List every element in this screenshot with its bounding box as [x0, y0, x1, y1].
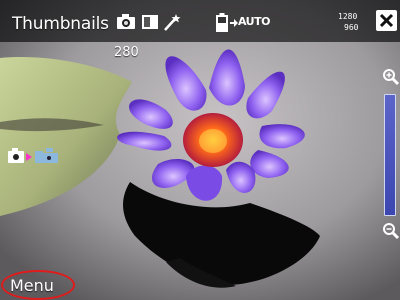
zoom-slider[interactable]: [384, 94, 396, 216]
zoom-control: [380, 66, 400, 246]
zoom-out-icon[interactable]: [382, 222, 400, 244]
resolution-indicator: 1280 960: [336, 10, 376, 38]
image-count: 280: [114, 45, 139, 60]
camera-screen: Thumbnails AUTO 1280 960 280 Menu: [0, 0, 400, 300]
resolution-height: 960: [344, 23, 359, 32]
close-icon: [379, 13, 394, 28]
magic-wand-icon[interactable]: [162, 12, 184, 36]
contrast-icon[interactable]: [141, 14, 159, 34]
resolution-width: 1280: [338, 12, 358, 21]
zoom-in-icon[interactable]: [382, 68, 400, 90]
close-button[interactable]: [376, 10, 397, 31]
camera-video-toggle[interactable]: [8, 146, 62, 166]
battery-icon: [216, 13, 228, 37]
auto-label: AUTO: [238, 15, 270, 28]
camera-icon[interactable]: [116, 14, 136, 34]
screen-title: Thumbnails: [12, 14, 109, 34]
auto-mode-indicator: AUTO: [230, 15, 270, 31]
menu-button[interactable]: Menu: [10, 276, 54, 295]
status-bar: Thumbnails AUTO 1280 960: [0, 0, 400, 40]
